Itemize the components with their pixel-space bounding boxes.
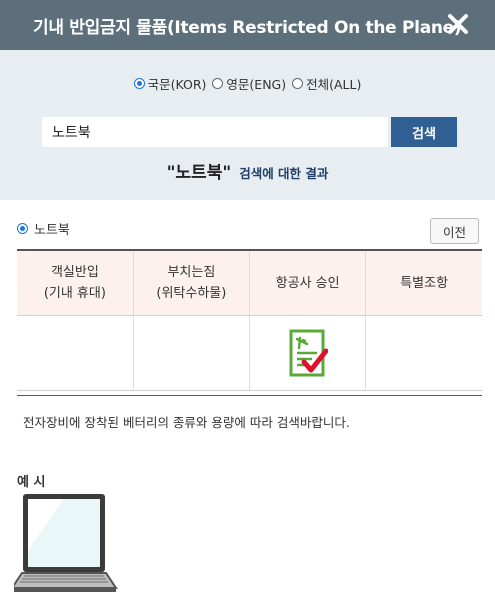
result-item-radio[interactable] (17, 223, 28, 234)
search-button[interactable]: 검색 (391, 117, 457, 147)
restriction-table: 객실반입 (기내 휴대) 부치는짐 (위탁수하물) 항공사 승인 특별조항 (17, 249, 482, 391)
table-row (17, 315, 482, 391)
radio-label-all: 전체(ALL) (306, 77, 362, 92)
result-suffix: 검색에 대한 결과 (239, 166, 329, 181)
radio-button-all[interactable] (292, 78, 304, 89)
search-result-caption: "노트북" 검색에 대한 결과 (0, 158, 495, 183)
cell-special-provisions (365, 315, 482, 391)
column-special-provisions: 특별조항 (365, 249, 482, 316)
result-item[interactable]: 노트북 (17, 219, 70, 238)
modal-title: 기내 반입금지 물품(Items Restricted On the Plane… (33, 18, 462, 38)
radio-button-korean[interactable] (133, 78, 145, 89)
radio-all[interactable]: 전체(ALL) (292, 74, 361, 93)
table-header-row: 객실반입 (기내 휴대) 부치는짐 (위탁수하물) 항공사 승인 특별조항 (17, 249, 482, 316)
search-input[interactable] (42, 117, 388, 147)
radio-korean[interactable]: 국문(KOR) (133, 74, 207, 93)
search-panel: 국문(KOR) 영문(ENG) 전체(ALL) 검색 "노트북" 검색에 대한 결… (0, 50, 495, 200)
radio-english[interactable]: 영문(ENG) (212, 74, 286, 93)
result-item-label: 노트북 (34, 223, 70, 238)
close-icon[interactable] (444, 10, 472, 38)
column-carry-on: 객실반입 (기내 휴대) (17, 249, 134, 316)
laptop-icon (14, 494, 118, 592)
result-term: "노트북" (166, 163, 232, 183)
notice-text: 전자장비에 장착된 베터리의 종류와 용량에 따라 검색바랍니다. (23, 415, 350, 430)
previous-button[interactable]: 이전 (430, 218, 479, 244)
airline-approval-checklist-icon (289, 329, 328, 377)
radio-label-english: 영문(ENG) (226, 77, 287, 92)
radio-button-english[interactable] (212, 78, 224, 89)
cell-carry-on (17, 315, 134, 391)
column-airline-approval: 항공사 승인 (249, 249, 367, 316)
modal-header: 기내 반입금지 물품(Items Restricted On the Plane… (0, 0, 495, 50)
radio-label-korean: 국문(KOR) (147, 77, 207, 92)
cell-airline-approval (249, 315, 367, 391)
cell-checked-baggage (133, 315, 251, 391)
example-label: 예 시 (17, 475, 46, 490)
language-radio-group: 국문(KOR) 영문(ENG) 전체(ALL) (0, 74, 495, 93)
column-checked-baggage: 부치는짐 (위탁수하물) (133, 249, 251, 316)
section-divider (17, 395, 482, 396)
